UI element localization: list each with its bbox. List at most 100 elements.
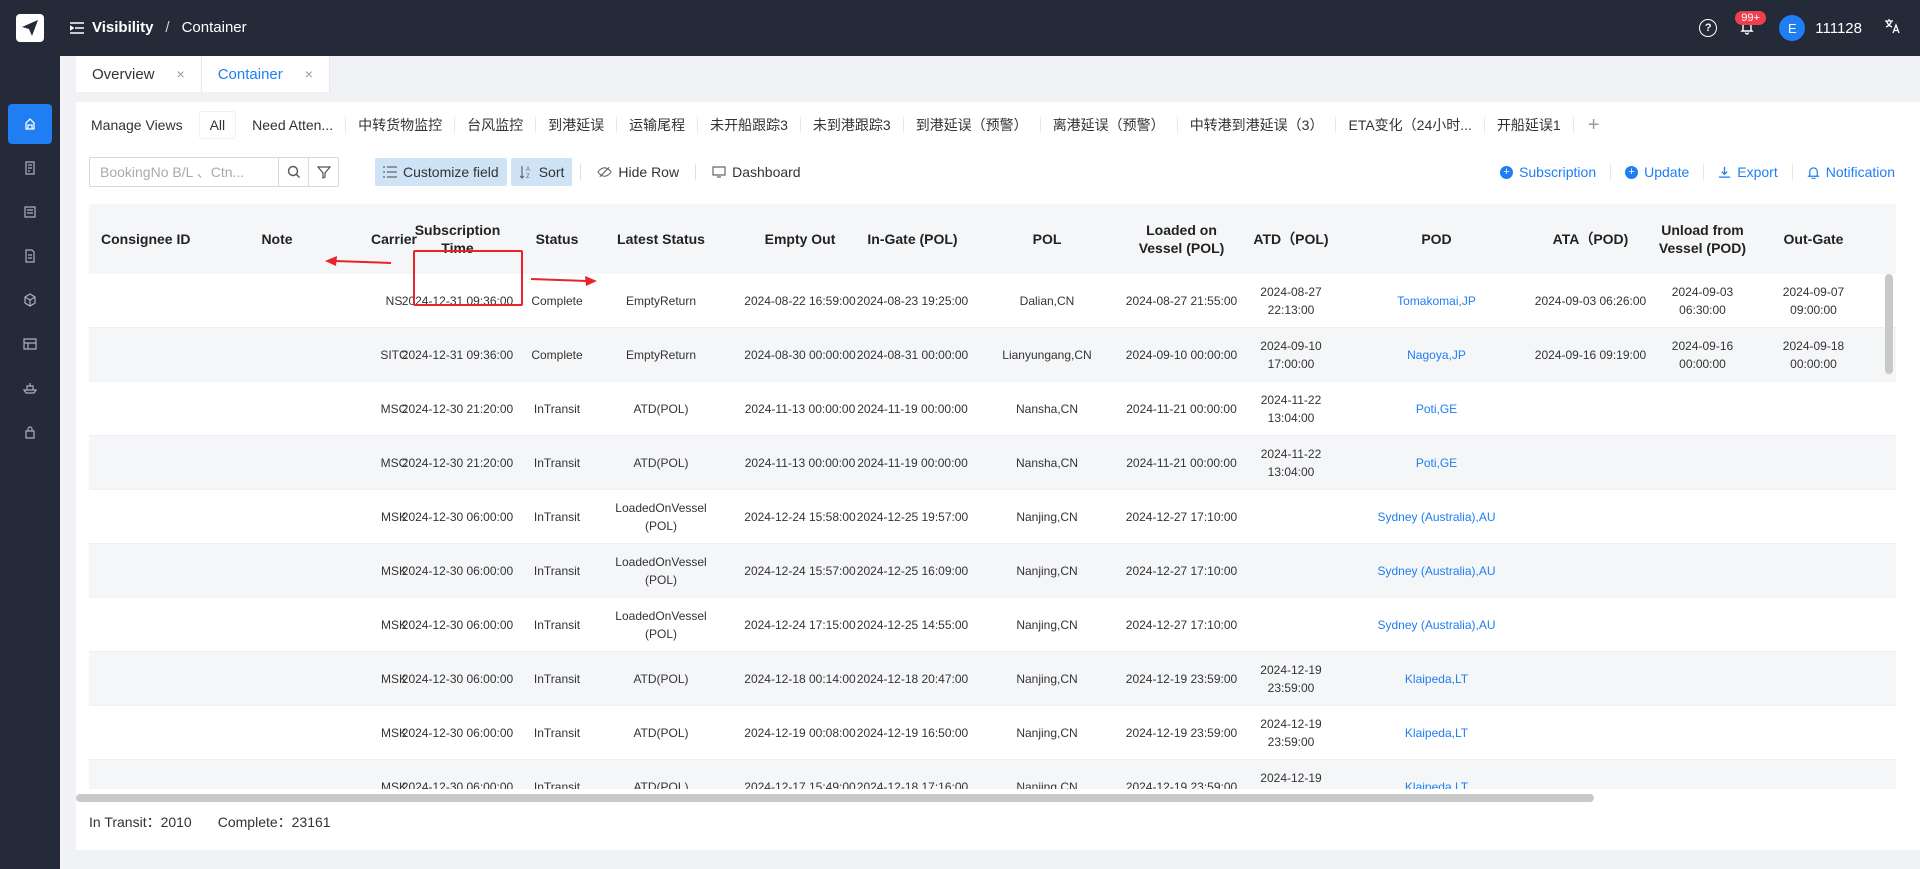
table-row[interactable]: MSK 2024-12-30 06:00:00 InTransit ATD(POL) 2… (89, 652, 1896, 706)
pod-link[interactable]: Nagoya,JP (1344, 328, 1529, 382)
table-cell (227, 274, 327, 328)
sidebar-item-list[interactable] (8, 192, 52, 232)
view-item[interactable]: ETA变化（24小时... (1336, 117, 1485, 133)
sidebar-item-document[interactable] (8, 148, 52, 188)
close-icon[interactable]: × (305, 66, 313, 82)
close-icon[interactable]: × (177, 66, 185, 82)
tab-overview[interactable]: Overview × (76, 56, 202, 92)
update-button[interactable]: + Update (1610, 164, 1703, 180)
table-cell (89, 706, 227, 760)
notification-bell[interactable]: 99+ (1735, 11, 1766, 37)
column-header[interactable]: Out-Gate (1758, 204, 1869, 274)
help-icon[interactable]: ? (1699, 19, 1718, 37)
view-item[interactable]: 台风监控 (455, 117, 537, 133)
dashboard-button[interactable]: Dashboard (704, 158, 809, 186)
table-cell: 2024-11-13 00:00:00 (744, 402, 856, 416)
search-input[interactable]: BookingNo B/L 、Ctn... (89, 157, 279, 187)
view-item[interactable]: 运输尾程 (617, 117, 699, 133)
pod-link[interactable]: Sydney (Australia),AU (1344, 598, 1529, 652)
table-row[interactable]: MSC 2024-12-30 21:20:00 InTransit ATD(POL) 2… (89, 436, 1896, 490)
sidebar-item-cube[interactable] (8, 280, 52, 320)
table-cell: 2024-11-22 13:04:00 (1260, 393, 1322, 425)
table-row[interactable]: MSC 2024-12-30 21:20:00 InTransit ATD(POL) 2… (89, 382, 1896, 436)
toolbar-actions: + Subscription + Update Export Notificat… (1486, 156, 1909, 188)
view-item[interactable]: 到港延误（预警） (904, 117, 1041, 133)
view-item[interactable]: 中转港到港延误（3） (1178, 117, 1337, 133)
table-row[interactable]: SITC 2024-12-31 09:36:00 Complete EmptyRetu… (89, 328, 1896, 382)
filter-icon (316, 166, 331, 179)
pod-link[interactable]: Klaipeda,LT (1344, 706, 1529, 760)
pod-link[interactable]: Poti,GE (1344, 436, 1529, 490)
view-item[interactable]: 开船延误1 (1485, 117, 1574, 133)
column-header[interactable]: ATA（POD) (1534, 204, 1647, 274)
search-button[interactable] (279, 157, 309, 187)
sidebar-item-board[interactable] (8, 324, 52, 364)
view-item[interactable]: Need Atten... (240, 117, 347, 133)
table-row[interactable]: MSK 2024-12-30 06:00:00 InTransit ATD(POL) 2… (89, 760, 1896, 789)
column-header[interactable]: ATD（POL) (1238, 204, 1344, 274)
table-cell (1758, 652, 1869, 706)
download-icon (1719, 166, 1731, 178)
column-header[interactable]: Note (227, 204, 327, 274)
table-cell (1238, 544, 1344, 598)
customize-field-button[interactable]: Customize field (375, 158, 507, 186)
column-header[interactable]: POL (969, 204, 1125, 274)
annotation-highlight-box (413, 250, 523, 306)
horizontal-scrollbar[interactable] (76, 794, 1594, 802)
pod-link[interactable]: Sydney (Australia),AU (1344, 490, 1529, 544)
column-header[interactable]: Latest Status (599, 204, 723, 274)
app-logo[interactable] (16, 14, 44, 42)
table-cell: Nansha,CN (1015, 456, 1079, 470)
subscription-button[interactable]: + Subscription (1486, 164, 1610, 180)
table-cell (1647, 436, 1758, 490)
sidebar-item-ship[interactable] (8, 368, 52, 408)
view-item[interactable]: 离港延误（预警） (1041, 117, 1178, 133)
column-header[interactable]: Loaded on Vessel (POL) (1125, 204, 1238, 274)
notification-button[interactable]: Notification (1791, 164, 1909, 180)
column-header[interactable]: Empty Out (744, 204, 856, 274)
manage-views-button[interactable]: Manage Views (89, 117, 195, 133)
view-item[interactable]: 未到港跟踪3 (801, 117, 904, 133)
breadcrumb-visibility[interactable]: Visibility (92, 19, 153, 36)
document-icon (25, 161, 35, 175)
column-header[interactable]: In-Gate (POL) (856, 204, 969, 274)
column-header[interactable]: Consignee ID (89, 204, 227, 274)
pod-link[interactable]: Poti,GE (1344, 382, 1529, 436)
view-item[interactable]: 未开船跟踪3 (698, 117, 801, 133)
translate-icon[interactable] (1884, 18, 1900, 39)
table-cell: EmptyReturn (625, 348, 697, 362)
table-cell: 2024-09-10 00:00:00 (1125, 348, 1238, 362)
pod-link[interactable]: Klaipeda,LT (1344, 760, 1529, 789)
view-item[interactable]: 中转货物监控 (346, 117, 456, 133)
sidebar (0, 56, 60, 869)
view-all[interactable]: All (198, 111, 237, 139)
table-cell: 2024-08-22 16:59:00 (744, 294, 856, 308)
user-menu[interactable]: E 111128 (1779, 15, 1862, 41)
filter-button[interactable] (309, 157, 339, 187)
sidebar-item-container[interactable] (8, 104, 52, 144)
dashboard-label: Dashboard (732, 164, 801, 180)
table-row[interactable]: MSK 2024-12-30 06:00:00 InTransit LoadedOnV… (89, 544, 1896, 598)
export-button[interactable]: Export (1703, 164, 1791, 180)
sidebar-item-lock[interactable] (8, 412, 52, 452)
table-row[interactable]: NS 2024-12-31 09:36:00 Complete EmptyReturn… (89, 274, 1896, 328)
table-cell: 2024-12-27 17:10:00 (1125, 618, 1238, 632)
menu-fold-icon[interactable] (70, 21, 84, 34)
pod-link[interactable]: Klaipeda,LT (1344, 652, 1529, 706)
table-row[interactable]: MSK 2024-12-30 06:00:00 InTransit LoadedOnV… (89, 598, 1896, 652)
column-header[interactable]: Status (515, 204, 599, 274)
hide-row-button[interactable]: Hide Row (589, 158, 687, 186)
table-row[interactable]: MSK 2024-12-30 06:00:00 InTransit LoadedOnV… (89, 490, 1896, 544)
add-view-button[interactable]: + (1588, 114, 1600, 137)
sort-button[interactable]: AZ Sort (510, 158, 573, 186)
view-item[interactable]: 到港延误 (536, 117, 618, 133)
column-header[interactable]: Unload from Vessel (POD) (1647, 204, 1758, 274)
pod-link[interactable]: Tomakomai,JP (1344, 274, 1529, 328)
sidebar-item-file[interactable] (8, 236, 52, 276)
table-row[interactable]: MSK 2024-12-30 06:00:00 InTransit ATD(POL) 2… (89, 706, 1896, 760)
table-cell (1534, 598, 1647, 652)
tab-container[interactable]: Container × (201, 56, 330, 92)
vertical-scrollbar[interactable] (1885, 274, 1893, 374)
pod-link[interactable]: Sydney (Australia),AU (1344, 544, 1529, 598)
column-header[interactable]: POD (1344, 204, 1529, 274)
